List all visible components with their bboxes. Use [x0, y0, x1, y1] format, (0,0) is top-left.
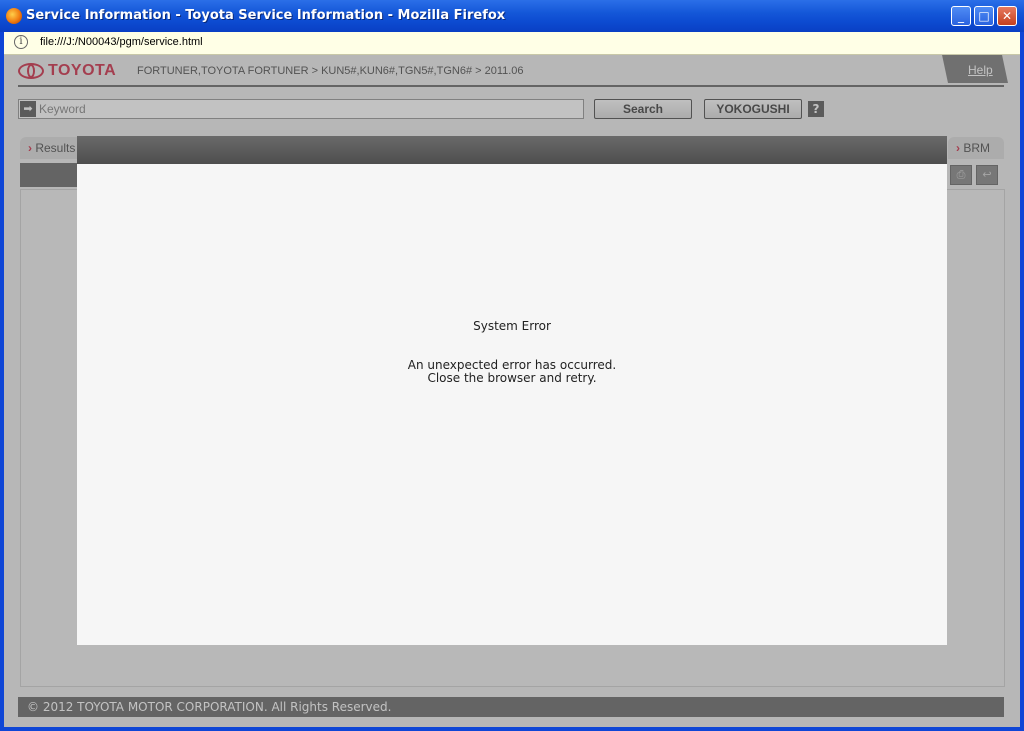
url-text[interactable]: file:///J:/N00043/pgm/service.html [40, 36, 203, 48]
title-bar[interactable]: Service Information - Toyota Service Inf… [0, 0, 1024, 32]
close-button[interactable]: ✕ [997, 6, 1017, 26]
error-message-line1: An unexpected error has occurred. [407, 358, 617, 372]
maximize-button[interactable]: □ [974, 6, 994, 26]
error-dialog: System Error An unexpected error has occ… [77, 136, 947, 645]
page-content: TOYOTA FORTUNER,TOYOTA FORTUNER > KUN5#,… [4, 55, 1020, 727]
firefox-icon [6, 8, 22, 24]
minimize-button[interactable]: _ [951, 6, 971, 26]
error-message-line2: Close the browser and retry. [427, 371, 597, 385]
dialog-header [77, 136, 947, 164]
info-icon[interactable]: i [14, 35, 28, 49]
minimize-icon: _ [958, 9, 964, 23]
address-bar[interactable]: i file:///J:/N00043/pgm/service.html [4, 32, 1020, 55]
error-title: System Error [473, 319, 551, 333]
window-title: Service Information - Toyota Service Inf… [26, 8, 506, 23]
dialog-body: System Error An unexpected error has occ… [77, 164, 947, 645]
browser-window: Service Information - Toyota Service Inf… [0, 0, 1024, 731]
maximize-icon: □ [978, 9, 990, 23]
close-icon: ✕ [1001, 9, 1013, 23]
